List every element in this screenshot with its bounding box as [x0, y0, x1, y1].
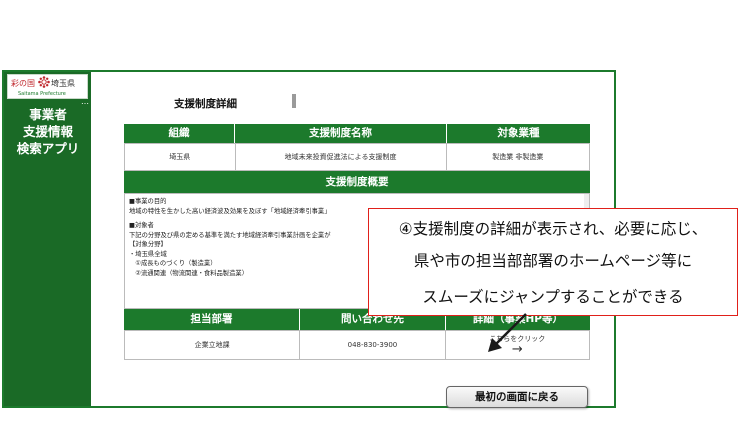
logo-mark-icon: [38, 76, 50, 88]
sidebar: 彩の国 埼玉県 Saitama Prefecture … 事業者 支援情報 検索ア…: [4, 72, 91, 406]
back-to-start-button[interactable]: 最初の画面に戻る: [446, 386, 588, 408]
callout-pointer-arrow-icon: [488, 313, 527, 352]
callout-line: ④支援制度の詳細が表示され、必要に応じ、: [398, 220, 708, 238]
annotation-callout: ④支援制度の詳細が表示され、必要に応じ、 県や市の担当部部署のホームページ等に …: [368, 208, 738, 316]
program-name-value: 地域未来投資促進法による支援制度: [236, 144, 447, 170]
app-title: 事業者 支援情報 検索アプリ: [8, 106, 88, 157]
callout-line: スムーズにジャンプすることができる: [422, 288, 684, 306]
logo-subtitle: Saitama Prefecture: [18, 91, 66, 97]
info-table-header: 組織 支援制度名称 対象業種: [124, 124, 590, 143]
app-title-line: 支援情報: [22, 124, 73, 139]
header-program-name: 支援制度名称: [235, 124, 447, 143]
heading-divider: [292, 94, 296, 108]
header-target-industry: 対象業種: [497, 127, 540, 139]
callout-line: 県や市の担当部部署のホームページ等に: [413, 252, 693, 270]
saitama-logo: 彩の国 埼玉県 Saitama Prefecture: [7, 74, 88, 99]
department-value: 企業立地課: [125, 331, 301, 359]
logo-right-text: 埼玉県: [51, 79, 75, 88]
header-organization: 組織: [124, 124, 235, 143]
header-department: 担当部署: [124, 309, 300, 330]
target-industry-value: 製造業 非製造業: [492, 153, 544, 161]
logo-left-text: 彩の国: [11, 79, 35, 88]
contact-phone-value: 048-830-3900: [300, 331, 446, 359]
app-title-line: 検索アプリ: [16, 141, 80, 156]
overview-line: ■事業の目的: [129, 198, 167, 205]
info-table-row: 埼玉県 地域未来投資促進法による支援制度 製造業 非製造業: [124, 143, 590, 171]
overview-header: 支援制度概要: [124, 171, 590, 193]
organization-value: 埼玉県: [125, 144, 236, 170]
app-title-line: 事業者: [29, 107, 67, 122]
page-title: 支援制度詳細: [174, 98, 237, 110]
